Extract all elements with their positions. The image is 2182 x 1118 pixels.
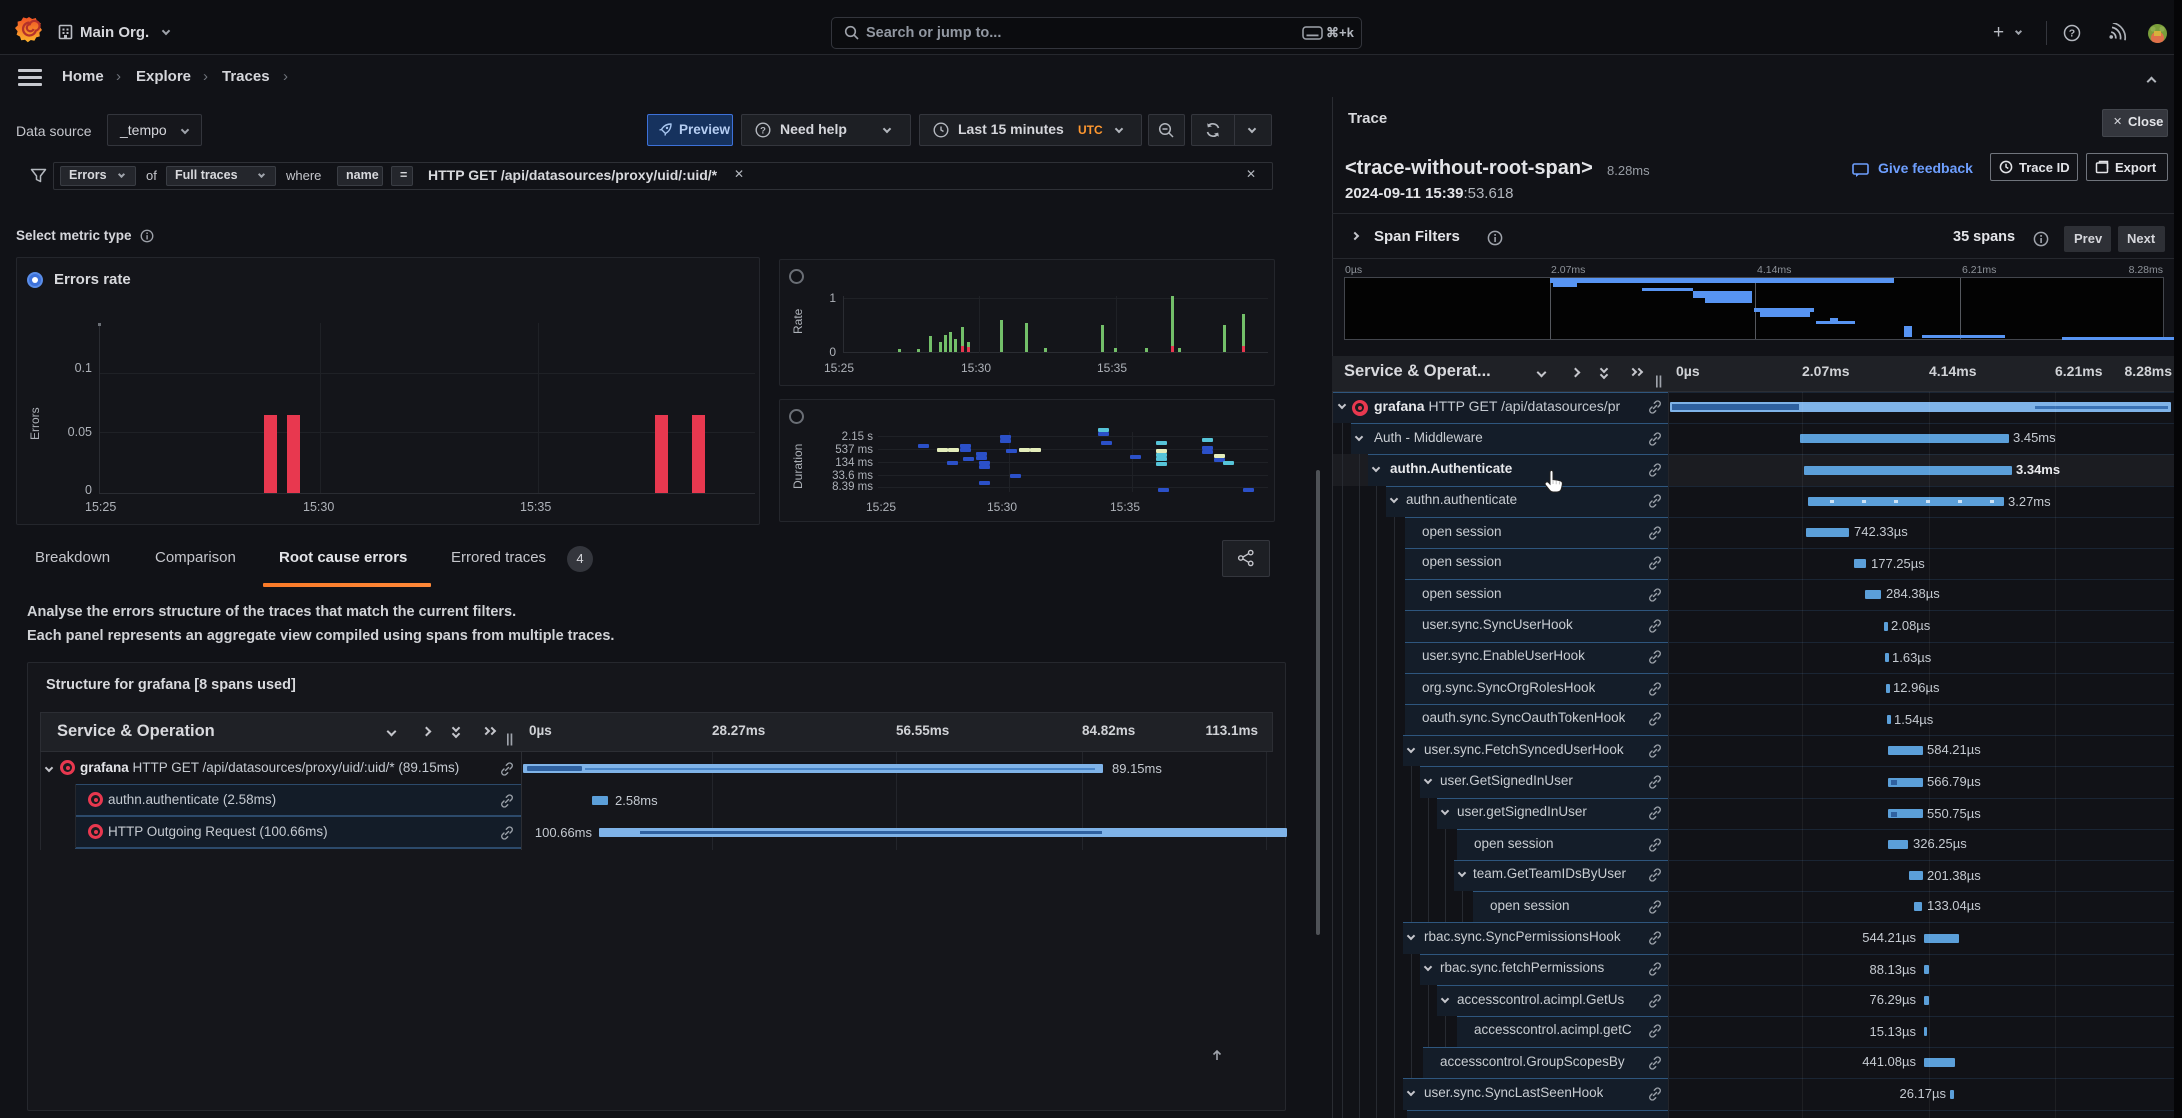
svg-text:?: ? — [2069, 28, 2075, 40]
svg-text:?: ? — [760, 126, 766, 137]
